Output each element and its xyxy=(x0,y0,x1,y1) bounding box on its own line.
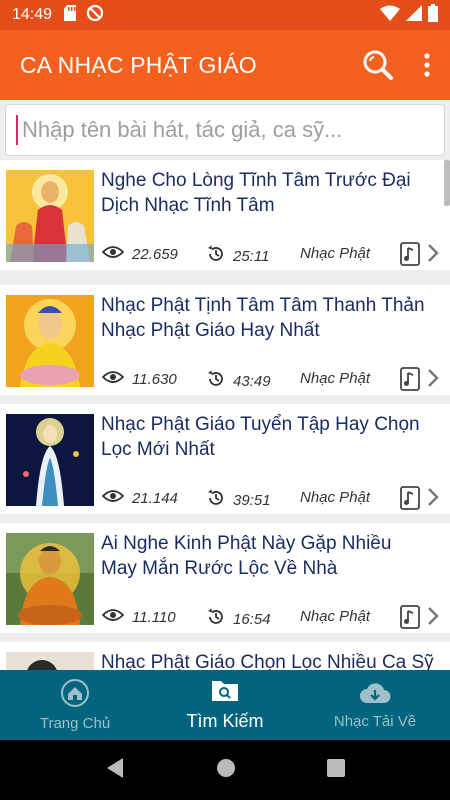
duration: 16:54 xyxy=(233,610,271,628)
app-title: CA NHẠC PHẬT GIÁO xyxy=(20,51,257,78)
folder-search-icon xyxy=(211,678,239,707)
song-list: Nghe Cho Lòng Tĩnh Tâm Trước Đại Dịch Nh… xyxy=(0,160,450,670)
app-bar: CA NHẠC PHẬT GIÁO xyxy=(0,30,450,100)
view-count: 11.630 xyxy=(132,370,177,388)
nav-home-label: Trang Chủ xyxy=(39,714,111,732)
song-thumbnail xyxy=(6,652,94,670)
data-saver-icon xyxy=(86,4,104,27)
wifi-icon xyxy=(380,5,400,26)
signal-icon xyxy=(406,4,422,26)
search-icon[interactable] xyxy=(362,49,394,81)
search-input[interactable] xyxy=(22,117,422,143)
song-thumbnail xyxy=(6,295,94,387)
duration: 25:11 xyxy=(233,247,270,265)
view-count: 11.110 xyxy=(132,608,176,626)
nav-downloads-label: Nhạc Tải Về xyxy=(333,712,417,730)
cloud-download-icon xyxy=(359,681,391,709)
view-count: 21.144 xyxy=(132,489,178,507)
history-icon xyxy=(207,608,225,630)
song-title: Ai Nghe Kinh Phật Này Gặp Nhiều May Mắn … xyxy=(101,533,392,579)
system-navigation-bar xyxy=(0,740,450,800)
nav-search[interactable]: Tìm Kiếm xyxy=(150,670,300,740)
chevron-right-icon[interactable] xyxy=(426,605,440,632)
song-title: Nhạc Phật Tịnh Tâm Tâm Thanh Thản Nhạc P… xyxy=(101,295,425,341)
category: Nhạc Phật xyxy=(300,245,371,262)
music-file-icon xyxy=(400,367,420,396)
music-file-icon xyxy=(400,486,420,515)
music-file-icon xyxy=(400,242,420,271)
song-title: Nghe Cho Lòng Tĩnh Tâm Trước Đại Dịch Nh… xyxy=(101,170,411,216)
home-icon xyxy=(61,678,89,711)
bottom-navigation: Trang Chủ Tìm Kiếm Nhạc Tải Về xyxy=(0,670,450,740)
song-title: Nhạc Phật Giáo Tuyển Tập Hay Chọn Lọc Mớ… xyxy=(101,414,420,460)
eye-icon xyxy=(101,489,125,507)
eye-icon xyxy=(101,370,125,388)
nav-home[interactable]: Trang Chủ xyxy=(0,670,150,740)
song-title: Nhạc Phật Giáo Chọn Lọc Nhiều Ca Sỹ xyxy=(101,652,434,670)
text-cursor xyxy=(16,115,18,145)
back-icon[interactable] xyxy=(105,757,125,784)
chevron-right-icon[interactable] xyxy=(426,242,440,269)
list-item[interactable]: Nhạc Phật Giáo Tuyển Tập Hay Chọn Lọc Mớ… xyxy=(0,404,450,514)
music-file-icon xyxy=(400,605,420,634)
list-item[interactable]: Nhạc Phật Giáo Chọn Lọc Nhiều Ca Sỹ xyxy=(0,642,450,670)
battery-icon xyxy=(428,3,438,27)
history-icon xyxy=(207,370,225,392)
search-bar xyxy=(0,100,450,160)
status-bar: 14:49 xyxy=(0,0,450,30)
home-circle-icon[interactable] xyxy=(216,758,236,783)
list-item[interactable]: Nghe Cho Lòng Tĩnh Tâm Trước Đại Dịch Nh… xyxy=(0,160,450,270)
history-icon xyxy=(207,489,225,511)
song-thumbnail xyxy=(6,533,94,625)
status-time: 14:49 xyxy=(12,6,53,23)
recents-icon[interactable] xyxy=(326,758,345,782)
category: Nhạc Phật xyxy=(300,489,371,506)
sd-card-icon xyxy=(64,4,78,26)
history-icon xyxy=(207,245,225,267)
search-box[interactable] xyxy=(5,104,445,156)
eye-icon xyxy=(101,245,125,263)
duration: 39:51 xyxy=(233,491,271,509)
song-thumbnail xyxy=(6,170,94,262)
overflow-menu-icon[interactable] xyxy=(424,53,430,77)
nav-search-label: Tìm Kiếm xyxy=(186,711,264,731)
list-item[interactable]: Ai Nghe Kinh Phật Này Gặp Nhiều May Mắn … xyxy=(0,523,450,633)
list-item[interactable]: Nhạc Phật Tịnh Tâm Tâm Thanh Thản Nhạc P… xyxy=(0,285,450,395)
eye-icon xyxy=(101,608,125,626)
view-count: 22.659 xyxy=(132,245,178,263)
scrollbar[interactable] xyxy=(444,160,450,206)
category: Nhạc Phật xyxy=(300,370,371,387)
category: Nhạc Phật xyxy=(300,608,371,625)
duration: 43:49 xyxy=(233,372,271,390)
nav-downloads[interactable]: Nhạc Tải Về xyxy=(300,670,450,740)
chevron-right-icon[interactable] xyxy=(426,486,440,513)
song-thumbnail xyxy=(6,414,94,506)
chevron-right-icon[interactable] xyxy=(426,367,440,394)
